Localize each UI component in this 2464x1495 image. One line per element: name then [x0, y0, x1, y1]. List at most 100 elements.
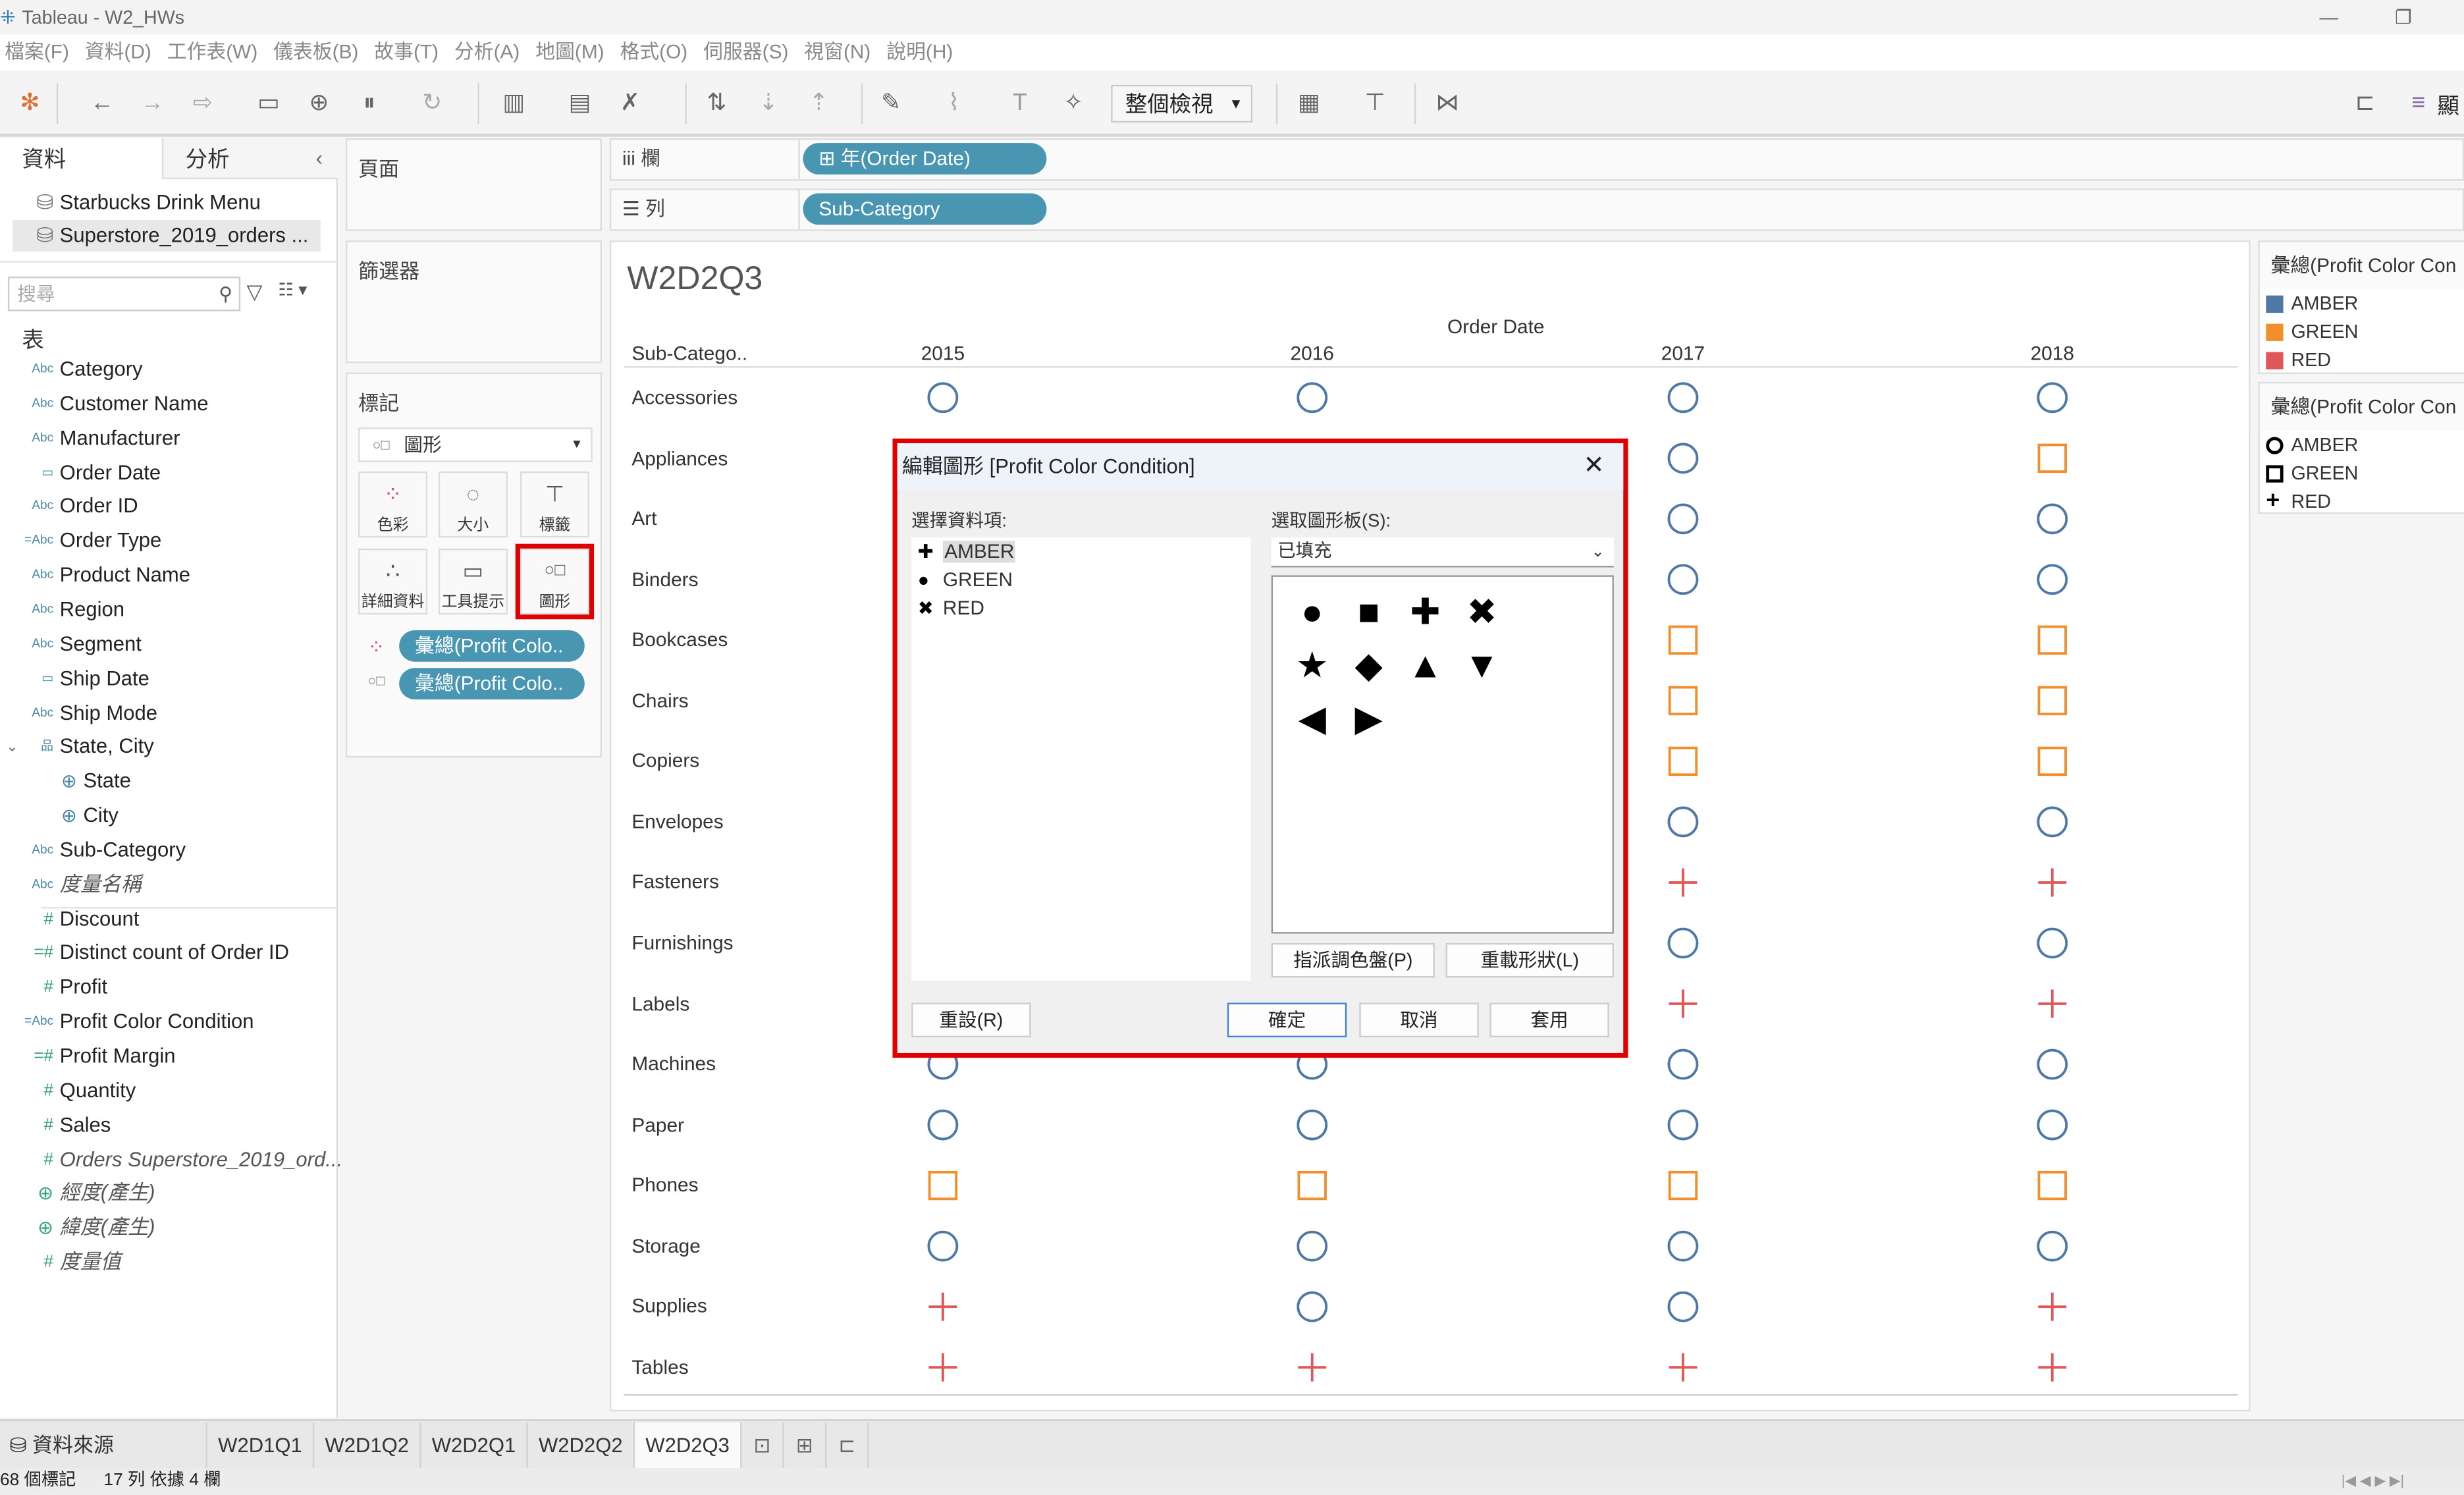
mark-green[interactable] [2037, 1170, 2067, 1201]
mark-red[interactable] [2038, 1292, 2067, 1321]
new-dashboard-icon[interactable]: ⊞ [784, 1422, 827, 1468]
mark-green[interactable] [1668, 1170, 1698, 1201]
color-legend-item[interactable]: GREEN [2260, 317, 2464, 346]
group-icon[interactable]: ⌇ [940, 90, 968, 118]
mark-amber[interactable] [2037, 927, 2068, 959]
mark-green[interactable] [1668, 746, 1698, 776]
pin-icon[interactable]: ⊏ [2351, 90, 2379, 118]
new-story-icon[interactable]: ⊏ [826, 1422, 869, 1468]
fix-axes-icon[interactable]: ✧ [1059, 90, 1088, 118]
view-options-icon[interactable]: ☷ ▾ [278, 280, 307, 300]
palette-shape[interactable]: ▼ [1461, 643, 1502, 687]
cancel-button[interactable]: 取消 [1359, 1002, 1479, 1038]
mark-red[interactable] [2038, 1353, 2067, 1382]
mark-amber[interactable] [927, 382, 959, 414]
presentation-icon[interactable]: ⊤ [1361, 90, 1389, 118]
ok-button[interactable]: 確定 [1227, 1002, 1347, 1038]
mark-green[interactable] [2037, 746, 2067, 776]
new-worksheet-icon[interactable]: ▥ [500, 90, 528, 118]
field-item[interactable]: =# Distinct count of Order ID [0, 937, 336, 969]
reload-shapes-button[interactable]: 重載形狀(L) [1445, 942, 1614, 978]
rows-pill[interactable]: Sub-Category [803, 193, 1047, 225]
mark-amber[interactable] [2037, 564, 2068, 595]
reset-button[interactable]: 重設(R) [911, 1002, 1031, 1038]
mark-red[interactable] [1669, 868, 1698, 897]
mark-green[interactable] [1668, 625, 1698, 655]
shape-button[interactable]: ○□ 圖形 [515, 543, 595, 620]
filter-icon[interactable]: ▽ [247, 280, 263, 305]
field-item[interactable]: # Orders Superstore_2019_ord... [0, 1143, 343, 1175]
clear-sheet-icon[interactable]: ✗ [616, 90, 645, 118]
shape-legend-item[interactable]: AMBER [2260, 431, 2464, 459]
field-item[interactable]: # Profit [0, 972, 336, 1004]
tab-data[interactable]: 資料 [0, 138, 162, 180]
mark-amber[interactable] [1667, 1291, 1699, 1322]
show-me-label[interactable]: 顯 [2437, 90, 2459, 121]
duplicate-sheet-icon[interactable]: ▤ [566, 90, 594, 118]
mark-red[interactable] [1669, 1353, 1698, 1382]
replay-icon[interactable]: ⇨ [188, 90, 217, 118]
collapse-icon[interactable]: ‹ [316, 146, 323, 170]
columns-shelf[interactable]: iii 欄 ⊞ 年(Order Date) [609, 138, 2464, 181]
menu-item[interactable]: 工作表(W) [163, 35, 269, 71]
show-me-icon[interactable]: ≡ [2404, 90, 2432, 118]
mark-amber[interactable] [2037, 1230, 2068, 1262]
mark-amber[interactable] [2037, 382, 2068, 414]
mark-green[interactable] [2037, 443, 2067, 474]
mark-amber[interactable] [2037, 503, 2068, 535]
mark-red[interactable] [928, 1353, 957, 1382]
mark-green[interactable] [1668, 686, 1698, 716]
field-item[interactable]: ⊕ City [0, 800, 336, 832]
color-pill[interactable]: 彙總(Profit Colo.. [399, 630, 585, 662]
mark-amber[interactable] [1667, 927, 1699, 959]
palette-select[interactable]: 已填充 ⌄ [1271, 537, 1614, 568]
show-cards-icon[interactable]: ▦ [1295, 90, 1323, 118]
palette-shape[interactable]: ✖ [1461, 589, 1502, 634]
field-item[interactable]: # Sales [0, 1109, 336, 1141]
mark-amber[interactable] [2037, 1048, 2068, 1080]
color-legend-item[interactable]: RED [2260, 346, 2464, 374]
mark-amber[interactable] [2037, 806, 2068, 838]
data-item[interactable]: ● GREEN [911, 566, 1250, 594]
swap-icon[interactable]: ⇅ [703, 90, 731, 118]
shape-legend-item[interactable]: + RED [2260, 487, 2464, 516]
field-item[interactable]: Abc Product Name [0, 560, 336, 591]
datasource-starbucks[interactable]: ⛁ Starbucks Drink Menu [0, 187, 336, 219]
chevron-down-icon[interactable]: ⌄ [7, 732, 18, 763]
palette-shape[interactable]: ✚ [1405, 589, 1446, 634]
datasource-superstore[interactable]: ⛁ Superstore_2019_orders ... [13, 220, 321, 252]
field-item[interactable]: ⊕ 經度(產生) [0, 1178, 336, 1209]
mark-amber[interactable] [1667, 806, 1699, 838]
mark-green[interactable] [2037, 686, 2067, 716]
menu-item[interactable]: 格式(O) [615, 35, 699, 71]
sheet-tab[interactable]: W2D2Q2 [528, 1422, 635, 1468]
columns-pill[interactable]: ⊞ 年(Order Date) [803, 143, 1047, 175]
menu-item[interactable]: 伺服器(S) [699, 35, 799, 71]
new-datasource-icon[interactable]: ⊕ [305, 90, 333, 118]
mark-green[interactable] [2037, 625, 2067, 655]
field-item[interactable]: Abc Region [0, 594, 336, 626]
field-item[interactable]: # Quantity [0, 1075, 336, 1106]
mark-amber[interactable] [1297, 382, 1328, 414]
tooltip-button[interactable]: ▭ 工具提示 [438, 548, 508, 615]
mark-amber[interactable] [1667, 503, 1699, 535]
field-item[interactable]: =# Profit Margin [0, 1041, 336, 1072]
detail-button[interactable]: ∴ 詳細資料 [358, 548, 428, 615]
show-labels-icon[interactable]: T [1005, 90, 1034, 118]
mark-amber[interactable] [927, 1109, 959, 1141]
mark-amber[interactable] [1667, 564, 1699, 595]
mark-amber[interactable] [1297, 1230, 1328, 1262]
field-item[interactable]: =Abc Profit Color Condition [0, 1006, 336, 1038]
mark-amber[interactable] [1667, 443, 1699, 474]
field-item[interactable]: Abc Ship Mode [0, 697, 336, 728]
mark-amber[interactable] [1667, 1048, 1699, 1080]
palette-shape[interactable]: ▶ [1349, 696, 1389, 740]
mark-red[interactable] [2038, 989, 2067, 1018]
mark-red[interactable] [928, 1292, 957, 1321]
shape-pill[interactable]: 彙總(Profit Colo.. [399, 668, 585, 699]
field-item[interactable]: ⊕ State [0, 766, 336, 798]
field-item[interactable]: Abc 度量名稱 [0, 869, 336, 900]
sheet-tab[interactable]: W2D2Q3 [635, 1422, 742, 1468]
menu-item[interactable]: 故事(T) [369, 35, 450, 71]
rows-shelf[interactable]: ☰ 列 Sub-Category [609, 188, 2464, 231]
